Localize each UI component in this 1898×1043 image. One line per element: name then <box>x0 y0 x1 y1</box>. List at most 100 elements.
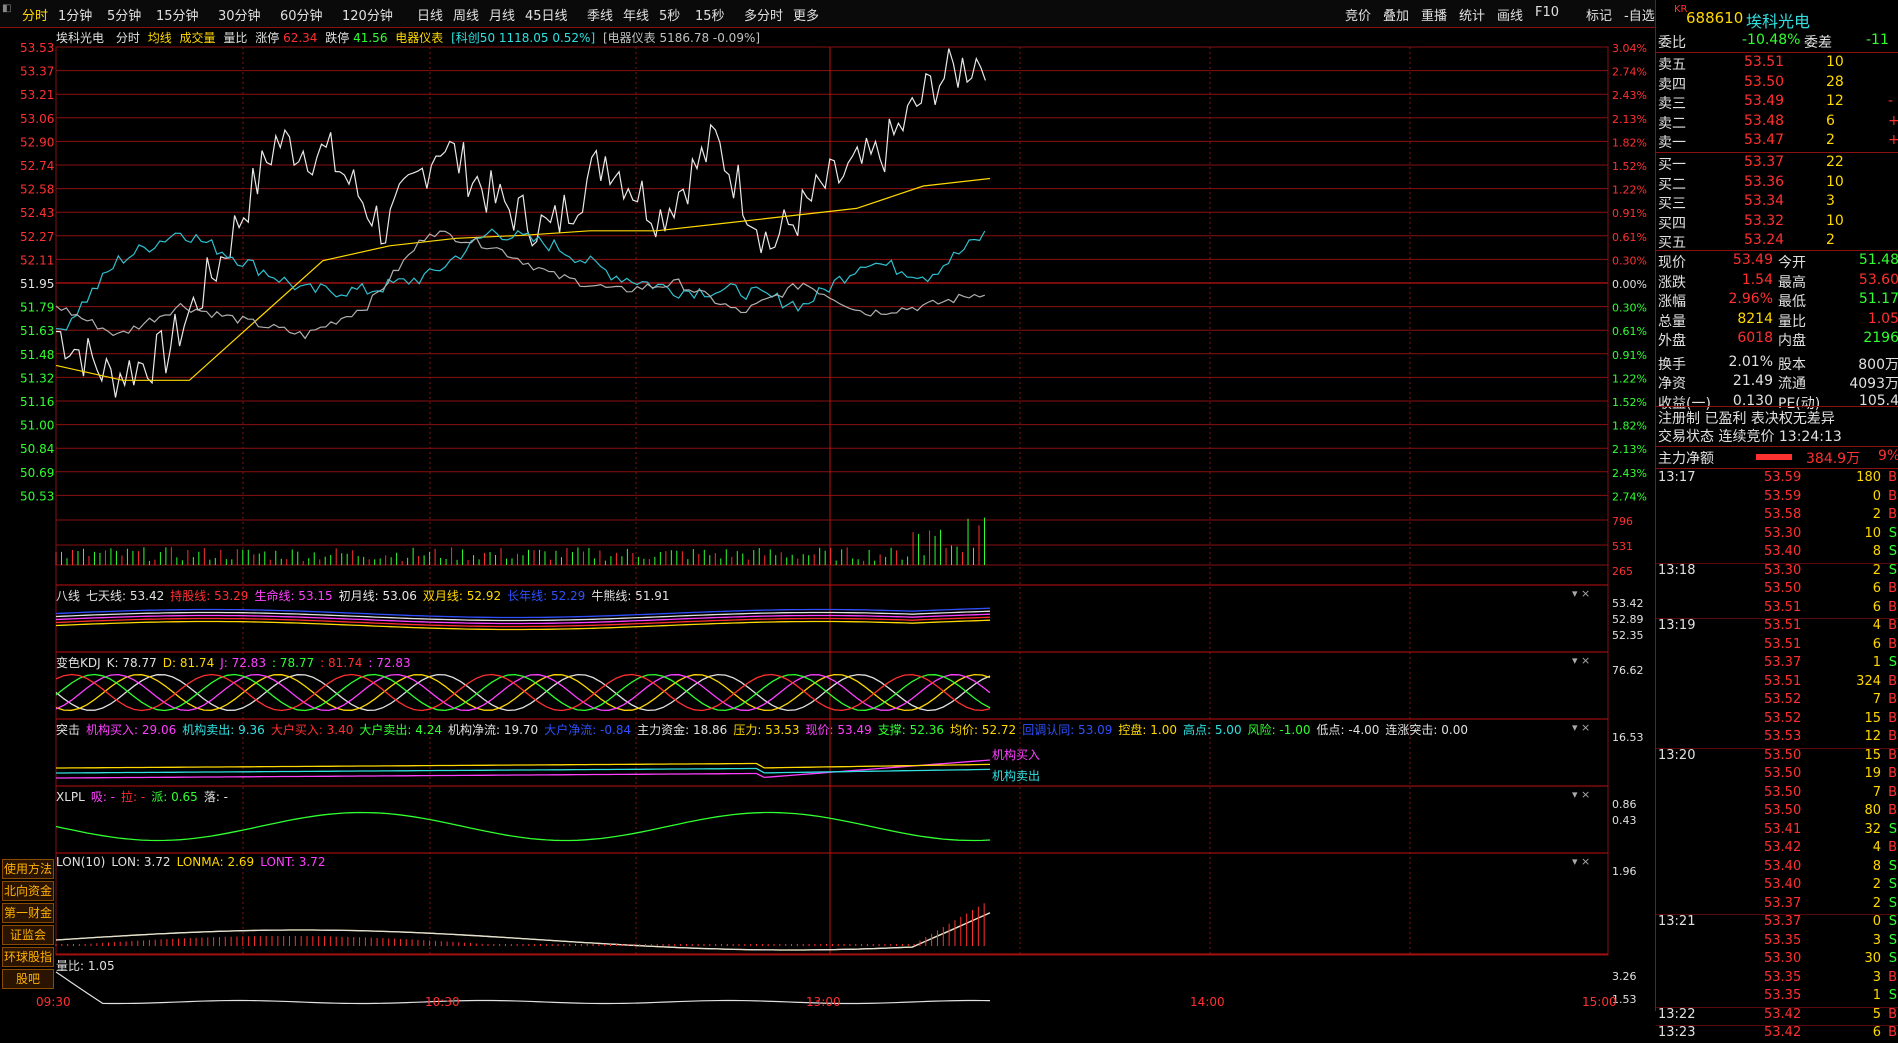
panel-title[interactable]: 八线 <box>56 589 80 603</box>
stat-value2: 51.17 <box>1858 291 1898 307</box>
stat-row: 涨跌 1.54 最高 53.60 <box>1656 272 1898 291</box>
tick-volume: 7 <box>1872 692 1881 707</box>
tick-time: 13:21 <box>1658 914 1696 929</box>
tick-price: 53.30 <box>1764 562 1802 578</box>
mode-label[interactable]: 分时 <box>116 31 140 45</box>
panel-value: 均价: 52.72 <box>949 723 1017 737</box>
stock-title[interactable]: 埃科光电 <box>1746 8 1810 32</box>
price-tick: 52.43 <box>20 206 54 220</box>
stat-value2: 1.05 <box>1867 310 1898 327</box>
main-net-row[interactable]: 主力净额 384.9万 9% <box>1656 446 1898 467</box>
panel-close-icon[interactable]: ▾ × <box>1572 587 1590 600</box>
price-tick: 51.48 <box>20 348 54 362</box>
vol-label[interactable]: 成交量 <box>180 31 216 45</box>
lb-label[interactable]: 量比 <box>223 31 247 45</box>
ask-row[interactable]: 卖一 53.47 2 +3 <box>1656 132 1898 151</box>
tick-row: 53.50 6 B <box>1656 581 1898 599</box>
panel-value: 回调认同: 53.09 <box>1022 723 1113 737</box>
stat-label2: 流通 <box>1778 376 1806 392</box>
ask-price: 53.48 <box>1744 112 1785 129</box>
tick-row: 13:21 53.37 0 S <box>1656 914 1898 932</box>
ask-volume: 6 <box>1826 112 1835 129</box>
bid-row[interactable]: 买一 53.37 22 <box>1656 154 1898 173</box>
panel-close-icon[interactable]: ▾ × <box>1572 654 1590 667</box>
tick-price: 53.58 <box>1764 507 1802 522</box>
tick-row: 53.30 30 S <box>1656 951 1898 969</box>
ask-row[interactable]: 卖五 53.51 10 <box>1656 54 1898 73</box>
tick-row: 53.42 4 B <box>1656 840 1898 858</box>
panel-header-tj: 突击 机构买入: 29.06 机构卖出: 9.36 大户买入: 3.40 大户卖出: 4… <box>56 721 1474 738</box>
tick-volume: 180 <box>1856 470 1881 485</box>
price-tick: 51.79 <box>20 301 54 315</box>
stat-value: 53.49 <box>1732 252 1773 268</box>
tick-side: S <box>1888 858 1897 874</box>
panel-value: 高点: 5.00 <box>1183 723 1242 737</box>
tick-row: 53.35 1 S <box>1656 988 1898 1006</box>
stat-label2: 最低 <box>1778 294 1806 310</box>
panel-value: 风险: -1.00 <box>1247 723 1311 737</box>
tick-row: 13:20 53.50 15 B <box>1656 748 1898 766</box>
tick-row: 53.35 3 S <box>1656 933 1898 951</box>
panel-title[interactable]: LON(10) <box>56 855 105 869</box>
panel-close-icon[interactable]: ▾ × <box>1572 855 1590 868</box>
weibi-row[interactable]: 委比 -10.48% 委差 -11 <box>1656 32 1898 51</box>
label2: 委差 <box>1804 35 1832 51</box>
ask-row[interactable]: 卖四 53.50 28 <box>1656 74 1898 93</box>
panel-title[interactable]: XLPL <box>56 790 85 804</box>
panel-close-icon[interactable]: ▾ × <box>1572 721 1590 734</box>
stock-code[interactable]: 688610 <box>1686 9 1743 27</box>
tick-side: B <box>1888 488 1897 504</box>
panel-value: 现价: 53.49 <box>805 723 872 737</box>
price-line <box>55 48 986 398</box>
left-tab-2[interactable]: 第一财金 <box>2 903 54 923</box>
ask-price: 53.47 <box>1744 132 1785 148</box>
panel-close-icon[interactable]: ▾ × <box>1572 788 1590 801</box>
label: 买五 <box>1658 235 1686 251</box>
trade-status: 交易状态 连续竞价 13:24:13 <box>1658 429 1842 445</box>
left-tab-0[interactable]: 使用方法 <box>2 859 54 879</box>
price-tick: 51.63 <box>20 324 54 338</box>
price-tick: 50.69 <box>20 466 54 480</box>
sector-label[interactable]: 电器仪表 <box>395 31 443 45</box>
tick-volume: 80 <box>1864 803 1881 818</box>
left-tab-4[interactable]: 环球股指 <box>2 947 54 967</box>
bid-row[interactable]: 买三 53.34 3 <box>1656 193 1898 212</box>
stat-label: 涨幅 <box>1658 294 1686 310</box>
zt-value: 62.34 <box>283 31 318 45</box>
tick-row: 53.50 80 B <box>1656 803 1898 821</box>
bid-row[interactable]: 买五 53.24 2 <box>1656 232 1898 251</box>
tick-row: 13:17 53.59 180 B <box>1656 470 1898 488</box>
tick-row: 53.30 10 S <box>1656 526 1898 544</box>
avg-label[interactable]: 均线 <box>148 31 172 45</box>
tick-volume: 2 <box>1872 877 1881 892</box>
ask-row[interactable]: 卖三 53.49 12 - <box>1656 93 1898 112</box>
time-tick: 13:00 <box>806 995 841 1009</box>
tick-row: 53.50 7 B <box>1656 785 1898 803</box>
bid-row[interactable]: 买二 53.36 10 <box>1656 174 1898 193</box>
tick-side: B <box>1888 692 1897 707</box>
label: 买二 <box>1658 176 1686 193</box>
tick-row: 53.40 8 S <box>1656 544 1898 562</box>
left-tab-5[interactable]: 股吧 <box>2 969 54 989</box>
panel-title[interactable]: 突击 <box>56 723 80 737</box>
panel-value: 吸: - <box>90 790 116 804</box>
divider <box>1656 468 1898 469</box>
indicator-line <box>55 811 991 842</box>
left-tab-1[interactable]: 北向资金 <box>2 881 54 901</box>
left-tab-3[interactable]: 证监会 <box>2 925 54 945</box>
bid-price: 53.24 <box>1744 232 1785 248</box>
tick-volume: 10 <box>1864 525 1881 541</box>
tick-side: B <box>1888 507 1897 522</box>
panel-title[interactable]: 变色KDJ <box>56 656 101 670</box>
tick-price: 53.50 <box>1764 803 1802 818</box>
main-net-label: 主力净额 <box>1658 451 1714 467</box>
panel-value: 长年线: 52.29 <box>507 589 586 603</box>
tick-row: 53.50 19 B <box>1656 766 1898 784</box>
pct-tick: 2.13% <box>1612 443 1647 456</box>
ask-row[interactable]: 卖二 53.48 6 +( <box>1656 113 1898 132</box>
stat-label2: 最高 <box>1778 274 1806 291</box>
dt-value: 41.56 <box>353 31 388 45</box>
stat-row: 换手 2.01% 股本 800万 <box>1656 354 1898 373</box>
price-tick: 50.53 <box>20 489 54 503</box>
bid-row[interactable]: 买四 53.32 10 <box>1656 213 1898 232</box>
